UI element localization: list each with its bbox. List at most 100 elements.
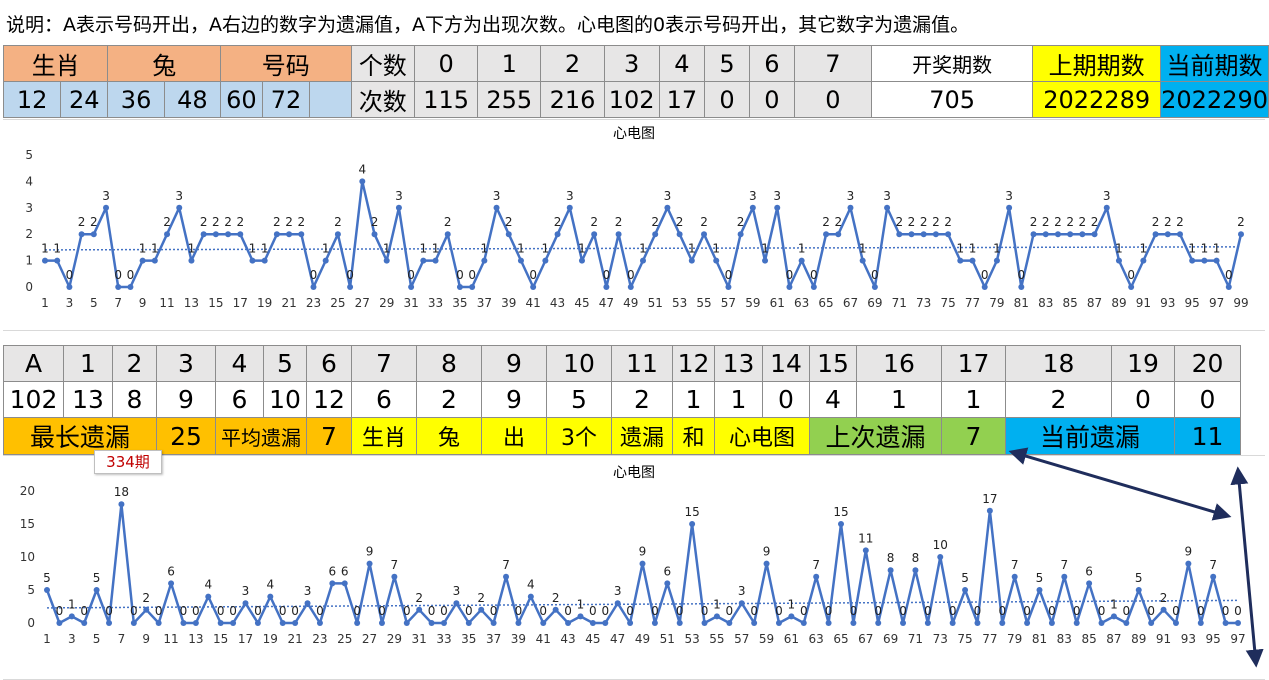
data-label: 0 [1018,268,1026,282]
zodiac-label: 生肖 [2,45,109,82]
header-cell: 11 [611,345,673,382]
x-tick-label: 63 [809,632,824,646]
x-tick-label: 55 [696,296,711,310]
ecg-chart-1: 0123451 3 5 7 9 11 13 15 17 19 21 23 25 27 29 31 33 35 37 3… [25,148,1248,310]
data-point [1006,204,1013,211]
x-tick-label: 45 [585,632,600,646]
data-label: 6 [167,564,175,578]
data-point [168,580,175,587]
data-label: 1 [432,242,440,256]
data-label: 3 [304,584,312,598]
data-point [713,613,720,620]
data-point [90,231,97,238]
data-label: 0 [1172,604,1180,618]
data-label: 0 [378,604,386,618]
data-point [664,204,671,211]
data-label: 1 [577,597,585,611]
data-label: 2 [737,215,745,229]
data-label: 1 [420,242,428,256]
data-point [44,587,50,593]
data-point [1210,573,1217,580]
data-label: 1 [53,242,61,256]
data-point [1067,231,1074,238]
data-label: 0 [701,604,709,618]
data-label: 3 [847,189,855,203]
data-point [1148,620,1155,626]
data-point [640,257,646,264]
data-point [688,257,695,264]
data-label: 1 [249,242,257,256]
data-label: 2 [1066,215,1074,229]
x-tick-label: 47 [610,632,625,646]
data-label: 0 [515,604,523,618]
x-tick-label: 15 [213,632,228,646]
data-label: 1 [1140,242,1148,256]
data-label: 2 [236,215,244,229]
data-label: 3 [493,189,501,203]
data-point [56,620,63,626]
x-tick-label: 33 [428,296,443,310]
data-point [578,257,585,264]
data-point [798,257,805,264]
data-point [651,620,658,626]
data-label: 0 [465,604,473,618]
x-tick-label: 97 [1209,296,1224,310]
data-point [786,284,793,290]
data-point [517,257,524,264]
header-cell: 10 [546,345,612,382]
y-tick-label: 0 [25,280,33,294]
x-tick-label: 59 [745,296,760,310]
y-tick-label: 3 [25,201,33,215]
value-cell: 12 [306,381,352,418]
data-label: 5 [43,571,51,585]
data-label: 8 [887,551,895,565]
data-point [788,613,795,620]
times-cell: 0 [748,81,795,118]
data-label: 0 [564,604,572,618]
last-miss-label: 上次遗漏 [809,417,942,455]
avg-miss-value: 7 [306,417,352,455]
data-label: 2 [1237,215,1245,229]
data-label: 3 [738,584,746,598]
value-cell: 8 [112,381,157,418]
data-label: 9 [763,545,771,559]
data-label: 1 [713,597,721,611]
data-point [1235,620,1241,626]
data-point [180,620,187,626]
x-tick-label: 57 [721,296,736,310]
digit-cell: 6 [748,45,795,82]
data-point [1201,257,1208,264]
data-label: 0 [403,604,411,618]
x-tick-label: 13 [184,296,199,310]
data-point [416,606,423,613]
data-label: 0 [1127,268,1135,282]
header-cell: 13 [714,345,763,382]
data-label: 0 [627,268,635,282]
times-cell: 0 [793,81,873,118]
data-point [1172,620,1179,626]
x-tick-label: 75 [940,296,955,310]
x-tick-label: 79 [1007,632,1022,646]
data-point [986,507,993,514]
data-label: 4 [358,162,366,176]
data-point [205,593,212,600]
data-point [850,620,857,626]
data-point [552,606,559,613]
data-label: 0 [127,268,135,282]
data-point [242,600,249,607]
number-cell: 24 [60,81,109,118]
data-point [1123,620,1130,626]
data-label: 2 [1042,215,1050,229]
data-label: 7 [1060,558,1068,572]
data-point [530,284,537,290]
data-label: 0 [456,268,464,282]
data-label: 5 [1036,571,1044,585]
x-tick-label: 95 [1206,632,1221,646]
x-tick-label: 29 [387,632,402,646]
data-label: 0 [279,604,287,618]
data-label: 0 [974,604,982,618]
data-label: 2 [78,215,86,229]
data-label: 2 [224,215,232,229]
data-label: 1 [578,242,586,256]
desc-cell: 心电图 [714,417,810,455]
